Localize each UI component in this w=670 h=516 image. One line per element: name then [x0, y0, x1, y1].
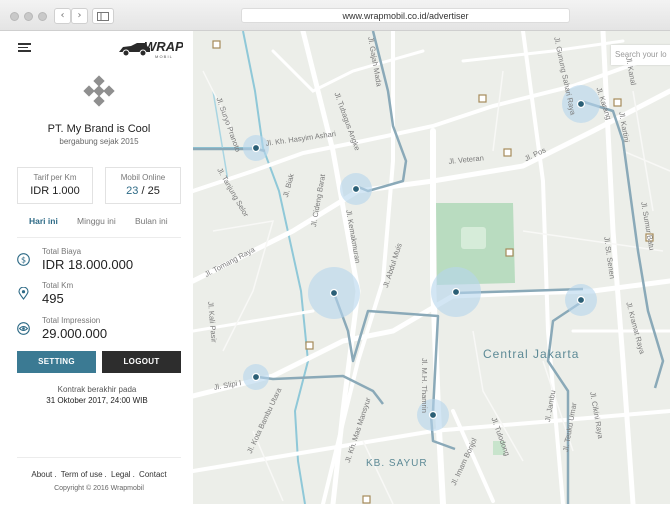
footer-separator: .: [104, 470, 107, 479]
forward-icon[interactable]: ›: [71, 8, 88, 24]
street-label: Jl. M.H. Thamrin: [420, 358, 429, 413]
stat-total-km: Total Km 495: [17, 281, 187, 311]
about-link[interactable]: About: [31, 470, 52, 479]
contract-label: Kontrak berakhir pada: [57, 385, 137, 394]
vehicle-marker: [576, 295, 586, 305]
legal-link[interactable]: Legal: [111, 470, 131, 479]
vehicle-marker: [251, 372, 261, 382]
browser-toolbar: ‹ › www.wrapmobil.co.id/advertiser: [0, 0, 670, 31]
footer-separator: .: [132, 470, 135, 479]
address-bar[interactable]: www.wrapmobil.co.id/advertiser: [241, 8, 570, 23]
company-name: PT. My Brand is Cool: [47, 123, 151, 135]
stat-total-biaya: $ Total Biaya IDR 18.000.000: [17, 247, 187, 277]
tab-minggu-ini[interactable]: Minggu ini: [77, 216, 116, 226]
window-close-dot[interactable]: [10, 12, 19, 21]
area-label-central-jakarta: Central Jakarta: [483, 347, 580, 361]
tarif-label: Tarif per Km: [33, 173, 77, 182]
advertiser-sidebar: WRAP M O B I L PT. My Brand is Cool berg…: [5, 31, 193, 504]
joined-since: bergabung sejak 2015: [59, 137, 139, 146]
footer-links: About. Term of use. Legal. Contact: [17, 470, 181, 479]
poi-marker: [212, 40, 221, 49]
mobil-online-value: 23 / 25: [106, 185, 180, 197]
vehicle-marker: [251, 143, 261, 153]
vehicle-marker: [351, 184, 361, 194]
back-icon[interactable]: ‹: [54, 8, 71, 24]
online-count: 23: [126, 185, 139, 197]
svg-text:WRAP: WRAP: [144, 39, 183, 54]
footer-separator: .: [54, 470, 57, 479]
poi-marker: [613, 98, 622, 107]
vehicle-route: [355, 31, 408, 193]
area-label-kb-sayur: KB. SAYUR: [366, 458, 428, 469]
vehicle-marker: [451, 287, 461, 297]
road: [461, 39, 625, 63]
brand-logo-icon: [83, 75, 115, 107]
window-zoom-dot[interactable]: [38, 12, 47, 21]
tab-bulan-ini[interactable]: Bulan ini: [135, 216, 168, 226]
dollar-icon: $: [17, 253, 30, 266]
terms-link[interactable]: Term of use: [61, 470, 103, 479]
tarif-value: IDR 1.000: [30, 185, 80, 197]
road: [271, 49, 425, 93]
poi-marker: [478, 94, 487, 103]
total-biaya-value: IDR 18.000.000: [42, 257, 134, 272]
map-view[interactable]: Search your lo Jl. Kh. Hasyim Ashari Jl.…: [193, 31, 670, 504]
minor-road: [212, 220, 275, 352]
tab-hari-ini[interactable]: Hari ini: [29, 216, 58, 226]
minor-road: [632, 90, 654, 212]
copyright-text: Copyright © 2016 Wrapmobil: [54, 485, 144, 492]
hamburger-menu-icon[interactable]: [18, 43, 31, 52]
minor-road: [492, 70, 504, 152]
wrapmobil-logo: WRAP M O B I L: [119, 39, 183, 59]
window-minimize-dot[interactable]: [24, 12, 33, 21]
online-separator: /: [138, 185, 148, 197]
vehicle-marker: [329, 288, 339, 298]
contract-date: 31 Oktober 2017, 24:00 WIB: [46, 396, 148, 405]
svg-text:M O B I L: M O B I L: [155, 54, 173, 59]
map-search-input[interactable]: Search your lo: [611, 45, 670, 65]
total-km-value: 495: [42, 291, 64, 306]
tarif-box: Tarif per Km IDR 1.000: [17, 167, 93, 204]
logout-button[interactable]: LOGOUT: [102, 351, 181, 373]
contact-link[interactable]: Contact: [139, 470, 167, 479]
poi-marker: [505, 248, 514, 257]
total-biaya-label: Total Biaya: [42, 247, 82, 256]
poi-marker: [503, 148, 512, 157]
total-impression-value: 29.000.000: [42, 326, 108, 341]
total-impression-label: Total Impression: [42, 316, 101, 325]
total-km-label: Total Km: [42, 281, 74, 290]
svg-text:$: $: [21, 256, 26, 265]
vehicle-marker: [428, 410, 438, 420]
poi-marker: [362, 495, 371, 504]
setting-button[interactable]: SETTING: [17, 351, 96, 373]
mobil-online-label: Mobil Online: [120, 173, 166, 182]
period-tabs: Hari ini Minggu ini Bulan ini: [17, 214, 181, 238]
sidebar-toggle-icon[interactable]: [92, 8, 114, 24]
eye-icon: [17, 322, 30, 335]
park-pond: [461, 227, 486, 249]
window-bottom-edge: [0, 504, 670, 516]
minor-road: [362, 440, 394, 504]
stat-total-impression: Total Impression 29.000.000: [17, 316, 187, 346]
road: [521, 31, 565, 504]
sidebar-footer: About. Term of use. Legal. Contact Copyr…: [17, 457, 181, 492]
total-count: 25: [147, 185, 160, 197]
location-pin-icon: [18, 287, 29, 300]
poi-marker: [305, 341, 314, 350]
mobil-online-box: Mobil Online 23 / 25: [105, 167, 181, 204]
vehicle-marker: [576, 99, 586, 109]
